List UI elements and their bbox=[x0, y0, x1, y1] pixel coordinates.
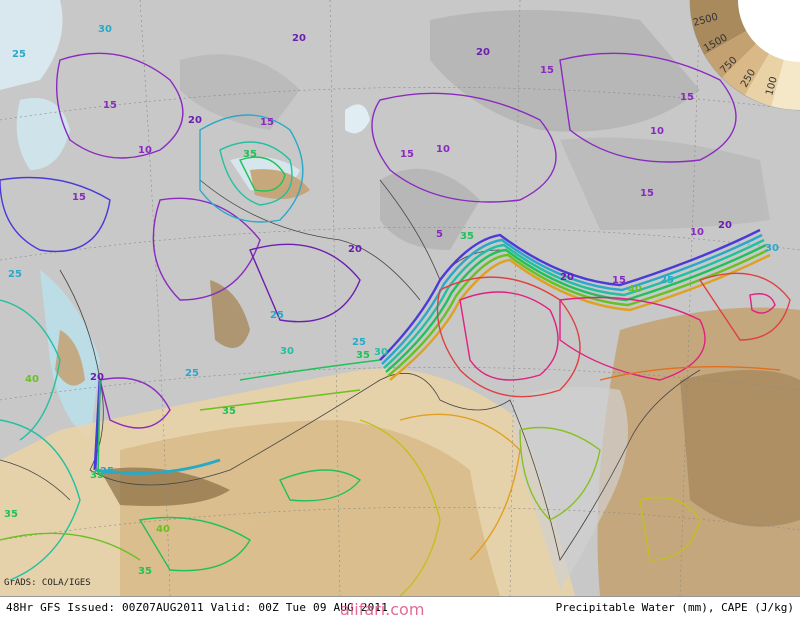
contour-label: 20 bbox=[90, 372, 104, 383]
contour-label: 25 bbox=[660, 275, 674, 286]
contour-label: 30 bbox=[765, 243, 779, 254]
contour-label: 40 bbox=[628, 284, 642, 295]
contour-label: 30 bbox=[280, 346, 294, 357]
contour-label: 25 bbox=[8, 269, 22, 280]
contour-label: 30 bbox=[98, 24, 112, 35]
contour-label: 20 bbox=[476, 47, 490, 58]
contour-label: 10 bbox=[650, 126, 664, 137]
contour-label: 15 bbox=[400, 149, 414, 160]
contour-label: 40 bbox=[25, 374, 39, 385]
contour-label: 25 bbox=[270, 310, 284, 321]
contour-label: 15 bbox=[640, 188, 654, 199]
contour-label: 15 bbox=[612, 275, 626, 286]
contour-label: 5 bbox=[436, 229, 443, 240]
contour-label: 35 bbox=[222, 406, 236, 417]
contour-label: 10 bbox=[436, 144, 450, 155]
contour-label: 20 bbox=[348, 244, 362, 255]
contour-label: 30 bbox=[374, 347, 388, 358]
contour-label: 15 bbox=[103, 100, 117, 111]
credit-label: GrADS: COLA/IGES bbox=[4, 578, 91, 588]
contour-label: 10 bbox=[138, 145, 152, 156]
contour-label: 25 bbox=[185, 368, 199, 379]
contour-label: 15 bbox=[680, 92, 694, 103]
contour-label: 35 bbox=[356, 350, 370, 361]
contour-label: 25 bbox=[100, 466, 114, 477]
contour-label: 20 bbox=[188, 115, 202, 126]
contour-label: 15 bbox=[540, 65, 554, 76]
contour-label: 20 bbox=[560, 272, 574, 283]
contour-label: 35 bbox=[4, 509, 18, 520]
forecast-info: 48Hr GFS Issued: 00Z07AUG2011 Valid: 00Z… bbox=[6, 601, 389, 614]
contour-label: 40 bbox=[156, 524, 170, 535]
contour-label: 35 bbox=[460, 231, 474, 242]
contour-label: 35 bbox=[243, 149, 257, 160]
contour-label: 25 bbox=[12, 49, 26, 60]
contour-label: 35 bbox=[138, 566, 152, 577]
weather-map: 25 30 20 15 10 35 15 20 20 15 10 20 15 1… bbox=[0, 0, 800, 596]
contour-label: 15 bbox=[72, 192, 86, 203]
contour-label: 20 bbox=[292, 33, 306, 44]
map-variables: Precipitable Water (mm), CAPE (J/kg) bbox=[555, 601, 794, 614]
weather-map-frame: 25 30 20 15 10 35 15 20 20 15 10 20 15 1… bbox=[0, 0, 800, 620]
contour-label: 25 bbox=[352, 337, 366, 348]
watermark-text: alifari.com bbox=[340, 600, 425, 619]
contour-label: 15 bbox=[260, 117, 274, 128]
contour-label: 10 bbox=[690, 227, 704, 238]
contour-label: 20 bbox=[718, 220, 732, 231]
